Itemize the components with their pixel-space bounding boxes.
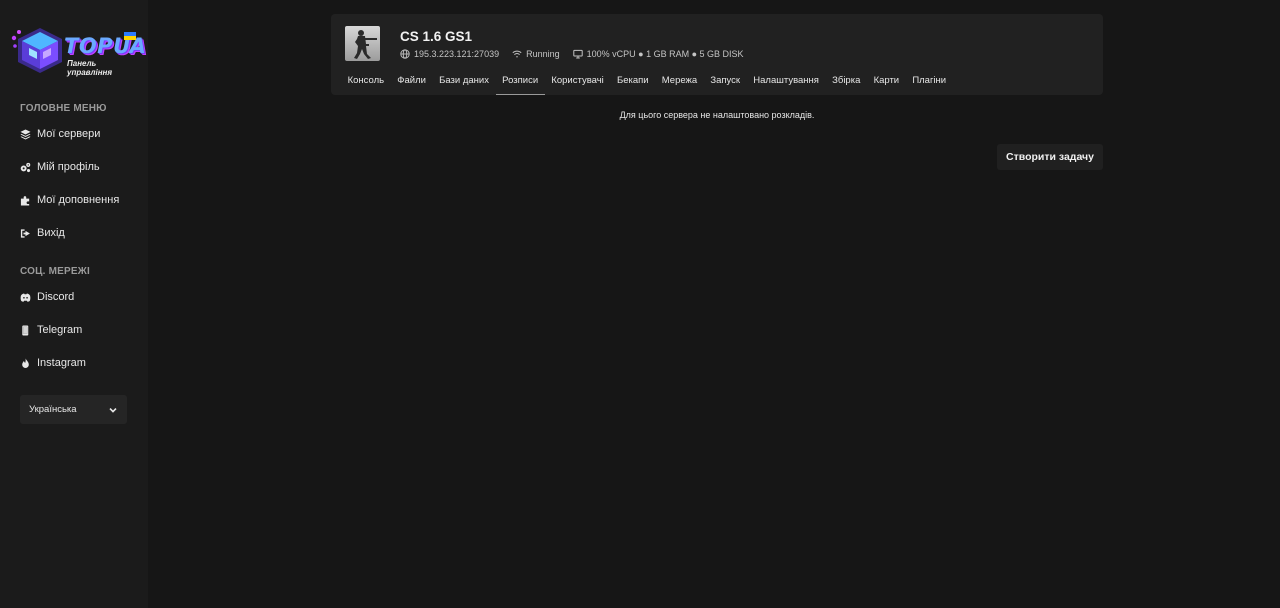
- server-name: CS 1.6 GS1: [400, 29, 473, 44]
- tab-users[interactable]: Користувачі: [545, 75, 611, 95]
- monitor-icon: [572, 49, 583, 59]
- telegram-icon: [22, 324, 29, 336]
- tab-backups[interactable]: Бекапи: [610, 75, 655, 95]
- sidebar-item-label: Мій профіль: [37, 161, 100, 173]
- sidebar-item-label: Мої сервери: [37, 128, 101, 140]
- cube-logo-icon: [11, 28, 62, 73]
- tab-console[interactable]: Консоль: [341, 75, 391, 95]
- sidebar-item-my-profile[interactable]: Мій профіль: [20, 157, 100, 177]
- server-game-icon: [345, 26, 380, 61]
- tab-network[interactable]: Мережа: [655, 75, 704, 95]
- layers-icon: [20, 128, 31, 139]
- puzzle-icon: [20, 195, 30, 206]
- sidebar-item-label: Instagram: [37, 357, 86, 369]
- sidebar-item-label: Telegram: [37, 324, 83, 336]
- tab-settings[interactable]: Налаштування: [747, 75, 826, 95]
- server-tabs: Консоль Файли Бази даних Розписи Користу…: [341, 75, 953, 95]
- server-resources-text: 100% vCPU ● 1 GB RAM ● 5 GB DISK: [586, 49, 744, 59]
- server-header-card: CS 1.6 GS1 195.3.223.121:27039 Running 1…: [331, 14, 1103, 95]
- social-title: СОЦ. МЕРЕЖІ: [20, 266, 90, 277]
- sidebar-item-instagram[interactable]: Instagram: [20, 353, 86, 373]
- globe-icon: [400, 49, 410, 59]
- server-meta: 195.3.223.121:27039 Running 100% vCPU ● …: [400, 48, 757, 60]
- empty-schedules-message: Для цього сервера не налаштовано розклад…: [619, 110, 815, 120]
- server-address: 195.3.223.121:27039: [400, 49, 499, 59]
- sidebar-item-discord[interactable]: Discord: [20, 287, 74, 307]
- server-resources: 100% vCPU ● 1 GB RAM ● 5 GB DISK: [572, 49, 744, 59]
- counter-strike-icon: [354, 30, 377, 59]
- chevron-down-icon: [109, 407, 117, 413]
- instagram-icon: [22, 358, 29, 368]
- server-status: Running: [512, 49, 560, 59]
- tab-maps[interactable]: Карти: [867, 75, 906, 95]
- create-task-button[interactable]: Створити задачу: [997, 144, 1103, 170]
- main-menu-title: ГОЛОВНЕ МЕНЮ: [20, 103, 107, 114]
- language-select[interactable]: Українська: [20, 395, 127, 424]
- tab-files[interactable]: Файли: [391, 75, 433, 95]
- logout-icon: [20, 228, 30, 238]
- ukraine-flag-icon: [124, 32, 136, 40]
- gears-icon: [20, 162, 31, 172]
- wifi-icon: [512, 50, 522, 58]
- brand-subtitle: Панель управління: [67, 59, 113, 77]
- server-status-text: Running: [526, 49, 560, 59]
- server-address-text: 195.3.223.121:27039: [414, 49, 500, 59]
- tab-build[interactable]: Збірка: [826, 75, 867, 95]
- tab-plugins[interactable]: Плагіни: [906, 75, 953, 95]
- sidebar-item-label: Вихід: [37, 227, 65, 239]
- brand-logo[interactable]: TOPUA Панель управління: [10, 26, 146, 77]
- sidebar-item-my-addons[interactable]: Мої доповнення: [20, 190, 119, 210]
- tab-schedules[interactable]: Розписи: [495, 75, 545, 95]
- sidebar-item-label: Мої доповнення: [37, 194, 120, 206]
- sidebar-item-my-servers[interactable]: Мої сервери: [20, 124, 100, 144]
- sidebar-item-telegram[interactable]: Telegram: [20, 320, 82, 340]
- language-select-value: Українська: [29, 404, 77, 415]
- sidebar: TOPUA Панель управління ГОЛОВНЕ МЕНЮ Мої…: [0, 0, 148, 608]
- tab-databases[interactable]: Бази даних: [433, 75, 496, 95]
- tab-startup[interactable]: Запуск: [704, 75, 747, 95]
- sidebar-item-logout[interactable]: Вихід: [20, 223, 65, 243]
- sidebar-item-label: Discord: [37, 291, 75, 303]
- discord-icon: [20, 292, 31, 302]
